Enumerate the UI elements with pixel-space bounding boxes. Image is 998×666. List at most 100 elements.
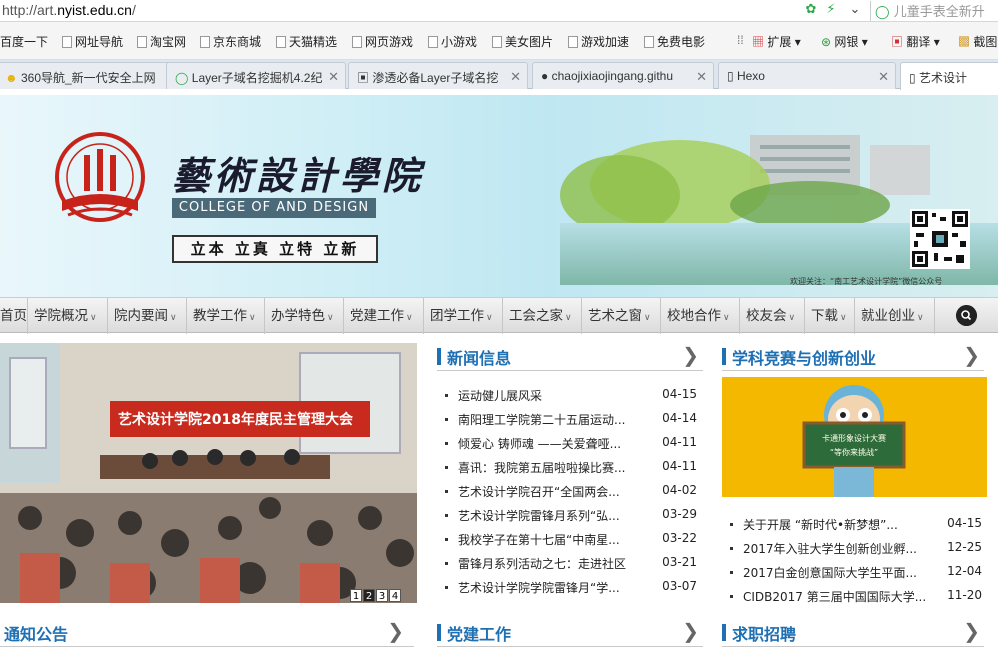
list-item-title[interactable]: 倾爱心 铸师魂 ——关爱聋哑... [458,435,621,452]
list-item[interactable]: 我校学子在第十七届“中南星... 03-22 [445,531,697,547]
list-item[interactable]: 喜讯：我院第五届啦啦操比赛... 04-11 [445,459,697,475]
page-icon: ▯ [727,69,734,83]
list-item-title[interactable]: 南阳理工学院第二十五届运动... [458,411,625,428]
search-input[interactable]: ◯ 儿童手表全新升 [870,1,998,21]
address-bar[interactable]: http://art.nyist.edu.cn/ ✿ ⚡ ⌄ ◯ 儿童手表全新升 [0,0,998,22]
bookmark-item[interactable]: 淘宝网 [137,33,186,50]
nav-item[interactable]: 工会之家 ∨ [503,298,582,334]
bookmark-item[interactable]: 网页游戏 [352,33,413,50]
toolbar-translate[interactable]: ▣ 翻译 ▾ [891,33,940,50]
page-icon [568,36,578,48]
lightning-icon[interactable]: ⚡ [823,2,839,18]
nav-item[interactable]: 院内要闻 ∨ [108,298,187,334]
nav-item[interactable]: 学院概况 ∨ [28,298,108,334]
jobs-title[interactable]: 求职招聘 [732,621,796,645]
list-item-title[interactable]: 艺术设计学院召开“全国两会... [458,483,620,500]
party-title[interactable]: 党建工作 [447,621,511,645]
list-item[interactable]: 关于开展 “新时代•新梦想”... 04-15 [730,516,982,532]
list-item[interactable]: 运动健儿展风采 04-15 [445,387,697,403]
github-icon: ● [541,69,549,83]
chevron-right-icon[interactable]: ❯ [963,343,980,367]
tab[interactable]: ◯ Layer子域名挖掘机4.2纪 ✕ [166,62,346,89]
bookmark-item[interactable]: 小游戏 [428,33,477,50]
nav-item[interactable]: 团学工作 ∨ [424,298,503,334]
bookmark-item[interactable]: 游戏加速 [568,33,629,50]
grid-icon[interactable]: ⁞⁞ [737,33,744,47]
bookmark-item[interactable]: 京东商城 [200,33,261,50]
bookmark-item[interactable]: 天猫精选 [276,33,337,50]
tab[interactable]: ● chaojixiaojingang.githu ✕ [532,62,714,89]
list-item[interactable]: 2017白金创意国际大学生平面... 12-04 [730,564,982,580]
nav-item[interactable]: 下载 ∨ [805,298,855,334]
bookmark-item[interactable]: 免费电影 [644,33,705,50]
list-item-title[interactable]: 我校学子在第十七届“中南星... [458,531,620,548]
list-item[interactable]: 雷锋月系列活动之七：走进社区 03-21 [445,555,697,571]
close-icon[interactable]: ✕ [510,69,521,85]
list-item-title[interactable]: 艺术设计学院雷锋月系列“弘... [458,507,620,524]
list-item-title[interactable]: 运动健儿展风采 [458,387,542,404]
jobs-header: 求职招聘 ❯ [722,619,984,647]
tab[interactable]: ▣ 渗透必备Layer子域名挖 ✕ [348,62,528,89]
list-item-title[interactable]: 关于开展 “新时代•新梦想”... [743,516,898,533]
news-title[interactable]: 新闻信息 [447,345,511,369]
slider-page-4[interactable]: 4 [389,589,401,602]
bullet-icon [730,595,733,598]
url-prefix: http://art. [2,2,58,18]
list-item[interactable]: 倾爱心 铸师魂 ——关爱聋哑... 04-11 [445,435,697,451]
nav-item[interactable]: 教学工作 ∨ [187,298,265,334]
toolbar-extensions[interactable]: ▦ 扩展 ▾ [752,33,801,50]
bookmark-item[interactable]: 美女图片 [492,33,553,50]
close-icon[interactable]: ✕ [878,69,889,85]
slider-page-2[interactable]: 2 [363,589,375,602]
list-item[interactable]: 艺术设计学院学院雷锋月“学... 03-07 [445,579,697,595]
photo-slider[interactable]: 艺术设计学院2018年度民主管理大会 [0,343,417,603]
chevron-right-icon[interactable]: ❯ [387,619,404,643]
url-text[interactable]: http://art.nyist.edu.cn/ [2,2,136,18]
chevron-down-icon[interactable]: ⌄ [847,2,863,18]
chevron-down-icon: ∨ [644,313,651,323]
notice-title[interactable]: 通知公告 [4,621,68,645]
url-host: nyist.edu.cn [57,2,132,18]
close-icon[interactable]: ✕ [328,69,339,85]
list-item[interactable]: 艺术设计学院召开“全国两会... 04-02 [445,483,697,499]
nav-item[interactable]: 校友会 ∨ [740,298,805,334]
tab[interactable]: ▯ Hexo ✕ [718,62,896,89]
tab[interactable]: ☻ 360导航_新一代安全上网 [0,62,174,89]
list-item[interactable]: 艺术设计学院雷锋月系列“弘... 03-29 [445,507,697,523]
list-item-title[interactable]: 雷锋月系列活动之七：走进社区 [458,555,626,572]
nav-item[interactable]: 艺术之窗 ∨ [582,298,661,334]
nav-item[interactable]: 首页 [0,298,28,334]
chevron-right-icon[interactable]: ❯ [963,619,980,643]
notice-header: 通知公告 ❯ [0,619,414,647]
list-item-date: 03-29 [662,507,697,521]
refresh-icon[interactable]: ✿ [803,2,819,18]
list-item-title[interactable]: 2017白金创意国际大学生平面... [743,564,917,581]
chevron-down-icon: ∨ [170,313,177,323]
tab-active[interactable]: ▯ 艺术设计 [900,62,998,90]
bookmark-item[interactable]: 网址导航 [62,33,123,50]
toolbar-screenshot[interactable]: ▩ 截图 [958,33,997,50]
nav-item[interactable]: 就业创业 ∨ [855,298,935,334]
toolbar-bank[interactable]: ⊛ 网银 ▾ [821,33,868,50]
list-item[interactable]: 南阳理工学院第二十五届运动... 04-14 [445,411,697,427]
bookmark-item[interactable]: 百度一下 [0,33,48,50]
contest-title[interactable]: 学科竞赛与创新创业 [732,345,876,369]
list-item-title[interactable]: 喜讯：我院第五届啦啦操比赛... [458,459,625,476]
list-item-title[interactable]: CIDB2017 第三届中国国际大学... [743,588,926,605]
search-icon[interactable] [956,305,977,326]
list-item[interactable]: CIDB2017 第三届中国国际大学... 11-20 [730,588,982,604]
slider-page-3[interactable]: 3 [376,589,388,602]
yen-icon: ⊛ [821,35,832,49]
slider-page-1[interactable]: 1 [350,589,362,602]
contest-banner[interactable]: 卡通形象设计大赛 “等你来挑战” [722,377,987,497]
chevron-down-icon: ∨ [917,313,924,323]
nav-item[interactable]: 办学特色 ∨ [265,298,344,334]
list-item-title[interactable]: 艺术设计学院学院雷锋月“学... [458,579,620,596]
chevron-right-icon[interactable]: ❯ [682,619,699,643]
chevron-right-icon[interactable]: ❯ [682,343,699,367]
list-item[interactable]: 2017年入驻大学生创新创业孵... 12-25 [730,540,982,556]
close-icon[interactable]: ✕ [696,69,707,85]
nav-item[interactable]: 校地合作 ∨ [661,298,740,334]
nav-item[interactable]: 党建工作 ∨ [344,298,424,334]
list-item-title[interactable]: 2017年入驻大学生创新创业孵... [743,540,917,557]
